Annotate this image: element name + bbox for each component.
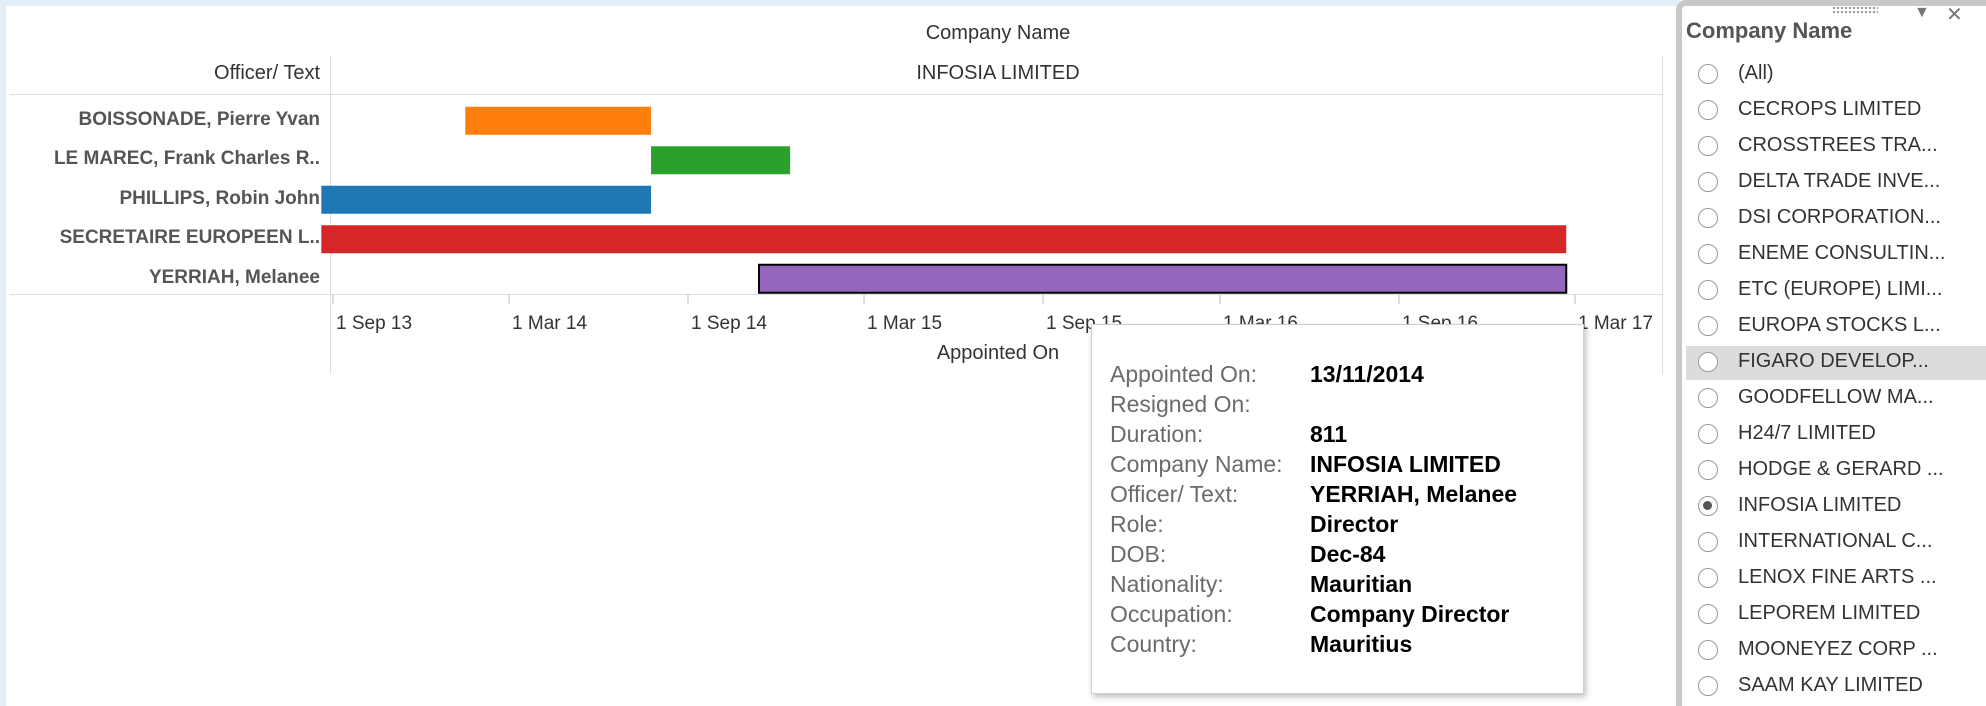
filter-option[interactable]: INFOSIA LIMITED <box>1686 490 1986 524</box>
filter-option[interactable]: INTERNATIONAL C... <box>1686 526 1986 560</box>
gantt-chart: 1 Sep 13 1 Mar 14 1 Sep 14 1 Mar 15 1 Sep 15… <box>321 106 1653 334</box>
filter-option-label: (All) <box>1738 62 1774 84</box>
tooltip-key: Country: <box>1110 631 1197 657</box>
filter-option[interactable]: CROSSTREES TRA... <box>1686 130 1986 164</box>
filter-option[interactable]: GOODFELLOW MA... <box>1686 382 1986 416</box>
tooltip-key: Appointed On: <box>1110 361 1258 387</box>
tooltip-key: Occupation: <box>1110 601 1233 627</box>
filter-option-label: FIGARO DEVELOP... <box>1738 350 1929 372</box>
radio-button-icon[interactable] <box>1698 640 1718 660</box>
filter-option-label: HODGE & GERARD ... <box>1738 458 1944 480</box>
tooltip-value: Director <box>1310 511 1399 537</box>
radio-button-icon[interactable] <box>1698 424 1718 444</box>
x-axis-title: Appointed On <box>936 342 1060 364</box>
radio-button-icon[interactable] <box>1698 676 1718 696</box>
tooltip-key: Company Name: <box>1110 451 1283 477</box>
radio-button-icon[interactable] <box>1698 316 1718 336</box>
radio-button-icon[interactable] <box>1698 100 1718 120</box>
tooltip-key: DOB: <box>1110 541 1167 567</box>
filter-option-label: ETC (EUROPE) LIMI... <box>1738 278 1943 300</box>
radio-button-icon[interactable] <box>1698 208 1718 228</box>
filter-option-label: EUROPA STOCKS L... <box>1738 314 1941 336</box>
filter-option-label: ENEME CONSULTIN... <box>1738 242 1946 264</box>
filter-option[interactable]: MOONEYEZ CORP ... <box>1686 634 1986 668</box>
filter-panel: ▼ ✕ Company Name (All) CECROPS LIMITED CRO… <box>1676 0 1986 706</box>
tooltip-value: Dec-84 <box>1310 541 1386 567</box>
radio-button-icon[interactable] <box>1698 280 1718 300</box>
filter-option-label: LEPOREM LIMITED <box>1738 602 1921 624</box>
tooltip-value: Company Director <box>1310 601 1510 627</box>
gantt-bar[interactable] <box>465 106 652 135</box>
x-axis-tick-label: 1 Mar 15 <box>867 313 942 334</box>
x-axis-tick-label: 1 Mar 14 <box>512 313 587 334</box>
tooltip-key: Officer/ Text: <box>1110 481 1239 507</box>
tooltip-value: INFOSIA LIMITED <box>1310 451 1501 477</box>
filter-option-label: GOODFELLOW MA... <box>1738 386 1934 408</box>
filter-option-label: DELTA TRADE INVE... <box>1738 170 1941 192</box>
radio-button-icon[interactable] <box>1698 496 1718 516</box>
dropdown-arrow-icon[interactable]: ▼ <box>1914 4 1930 22</box>
drag-handle-icon[interactable] <box>1832 6 1878 14</box>
close-icon[interactable]: ✕ <box>1946 2 1963 27</box>
filter-option[interactable]: SAAM KAY LIMITED <box>1686 670 1986 704</box>
filter-option[interactable]: EUROPA STOCKS L... <box>1686 310 1986 344</box>
filter-option[interactable]: FIGARO DEVELOP... <box>1686 346 1986 380</box>
filter-option-label: LENOX FINE ARTS ... <box>1738 566 1937 588</box>
filter-option-label: INFOSIA LIMITED <box>1738 494 1902 516</box>
tooltip-key: Duration: <box>1110 421 1204 447</box>
filter-option-label: CROSSTREES TRA... <box>1738 134 1938 156</box>
tooltip-value: Mauritian <box>1310 571 1413 597</box>
gantt-bar[interactable] <box>321 185 652 214</box>
tooltip-key: Resigned On: <box>1110 391 1251 417</box>
tooltip-value: 13/11/2014 <box>1310 361 1424 387</box>
radio-button-icon[interactable] <box>1698 532 1718 552</box>
radio-button-icon[interactable] <box>1698 64 1718 84</box>
filter-option[interactable]: (All) <box>1686 58 1986 92</box>
radio-button-icon[interactable] <box>1698 604 1718 624</box>
x-axis-tick-label: 1 Sep 13 <box>336 313 412 334</box>
radio-button-icon[interactable] <box>1698 460 1718 480</box>
filter-option[interactable]: LEPOREM LIMITED <box>1686 598 1986 632</box>
tooltip-value: Mauritius <box>1310 631 1413 657</box>
radio-button-icon[interactable] <box>1698 136 1718 156</box>
filter-option[interactable]: ENEME CONSULTIN... <box>1686 238 1986 272</box>
x-axis-tick-label: 1 Sep 14 <box>691 313 767 334</box>
filter-title: Company Name <box>1686 18 1853 43</box>
filter-option-label: H24/7 LIMITED <box>1738 422 1876 444</box>
filter-option-label: SAAM KAY LIMITED <box>1738 674 1923 696</box>
radio-button-icon[interactable] <box>1698 172 1718 192</box>
radio-button-icon[interactable] <box>1698 244 1718 264</box>
filter-option[interactable]: DSI CORPORATION... <box>1686 202 1986 236</box>
filter-option-label: CECROPS LIMITED <box>1738 98 1922 120</box>
filter-option-label: INTERNATIONAL C... <box>1738 530 1933 552</box>
gantt-bar[interactable] <box>651 146 791 175</box>
filter-option[interactable]: ETC (EUROPE) LIMI... <box>1686 274 1986 308</box>
filter-option-label: DSI CORPORATION... <box>1738 206 1941 228</box>
tooltip-key: Role: <box>1110 511 1164 537</box>
radio-button-icon[interactable] <box>1698 352 1718 372</box>
radio-button-icon[interactable] <box>1698 568 1718 588</box>
gantt-bar[interactable] <box>321 225 1567 254</box>
tooltip-key: Nationality: <box>1110 571 1224 597</box>
tooltip-value: YERRIAH, Melanee <box>1310 481 1518 507</box>
filter-option-label: MOONEYEZ CORP ... <box>1738 638 1938 660</box>
radio-button-icon[interactable] <box>1698 388 1718 408</box>
filter-option[interactable]: H24/7 LIMITED <box>1686 418 1986 452</box>
filter-option[interactable]: DELTA TRADE INVE... <box>1686 166 1986 200</box>
gantt-bar[interactable] <box>757 263 1568 294</box>
x-axis-tick-label: 1 Mar 17 <box>1578 313 1653 334</box>
tooltip-value: 811 <box>1310 421 1348 447</box>
filter-option[interactable]: HODGE & GERARD ... <box>1686 454 1986 488</box>
tooltip: Appointed On: 13/11/2014 Resigned On: Durat… <box>1091 324 1584 694</box>
filter-option[interactable]: CECROPS LIMITED <box>1686 94 1986 128</box>
filter-option[interactable]: LENOX FINE ARTS ... <box>1686 562 1986 596</box>
